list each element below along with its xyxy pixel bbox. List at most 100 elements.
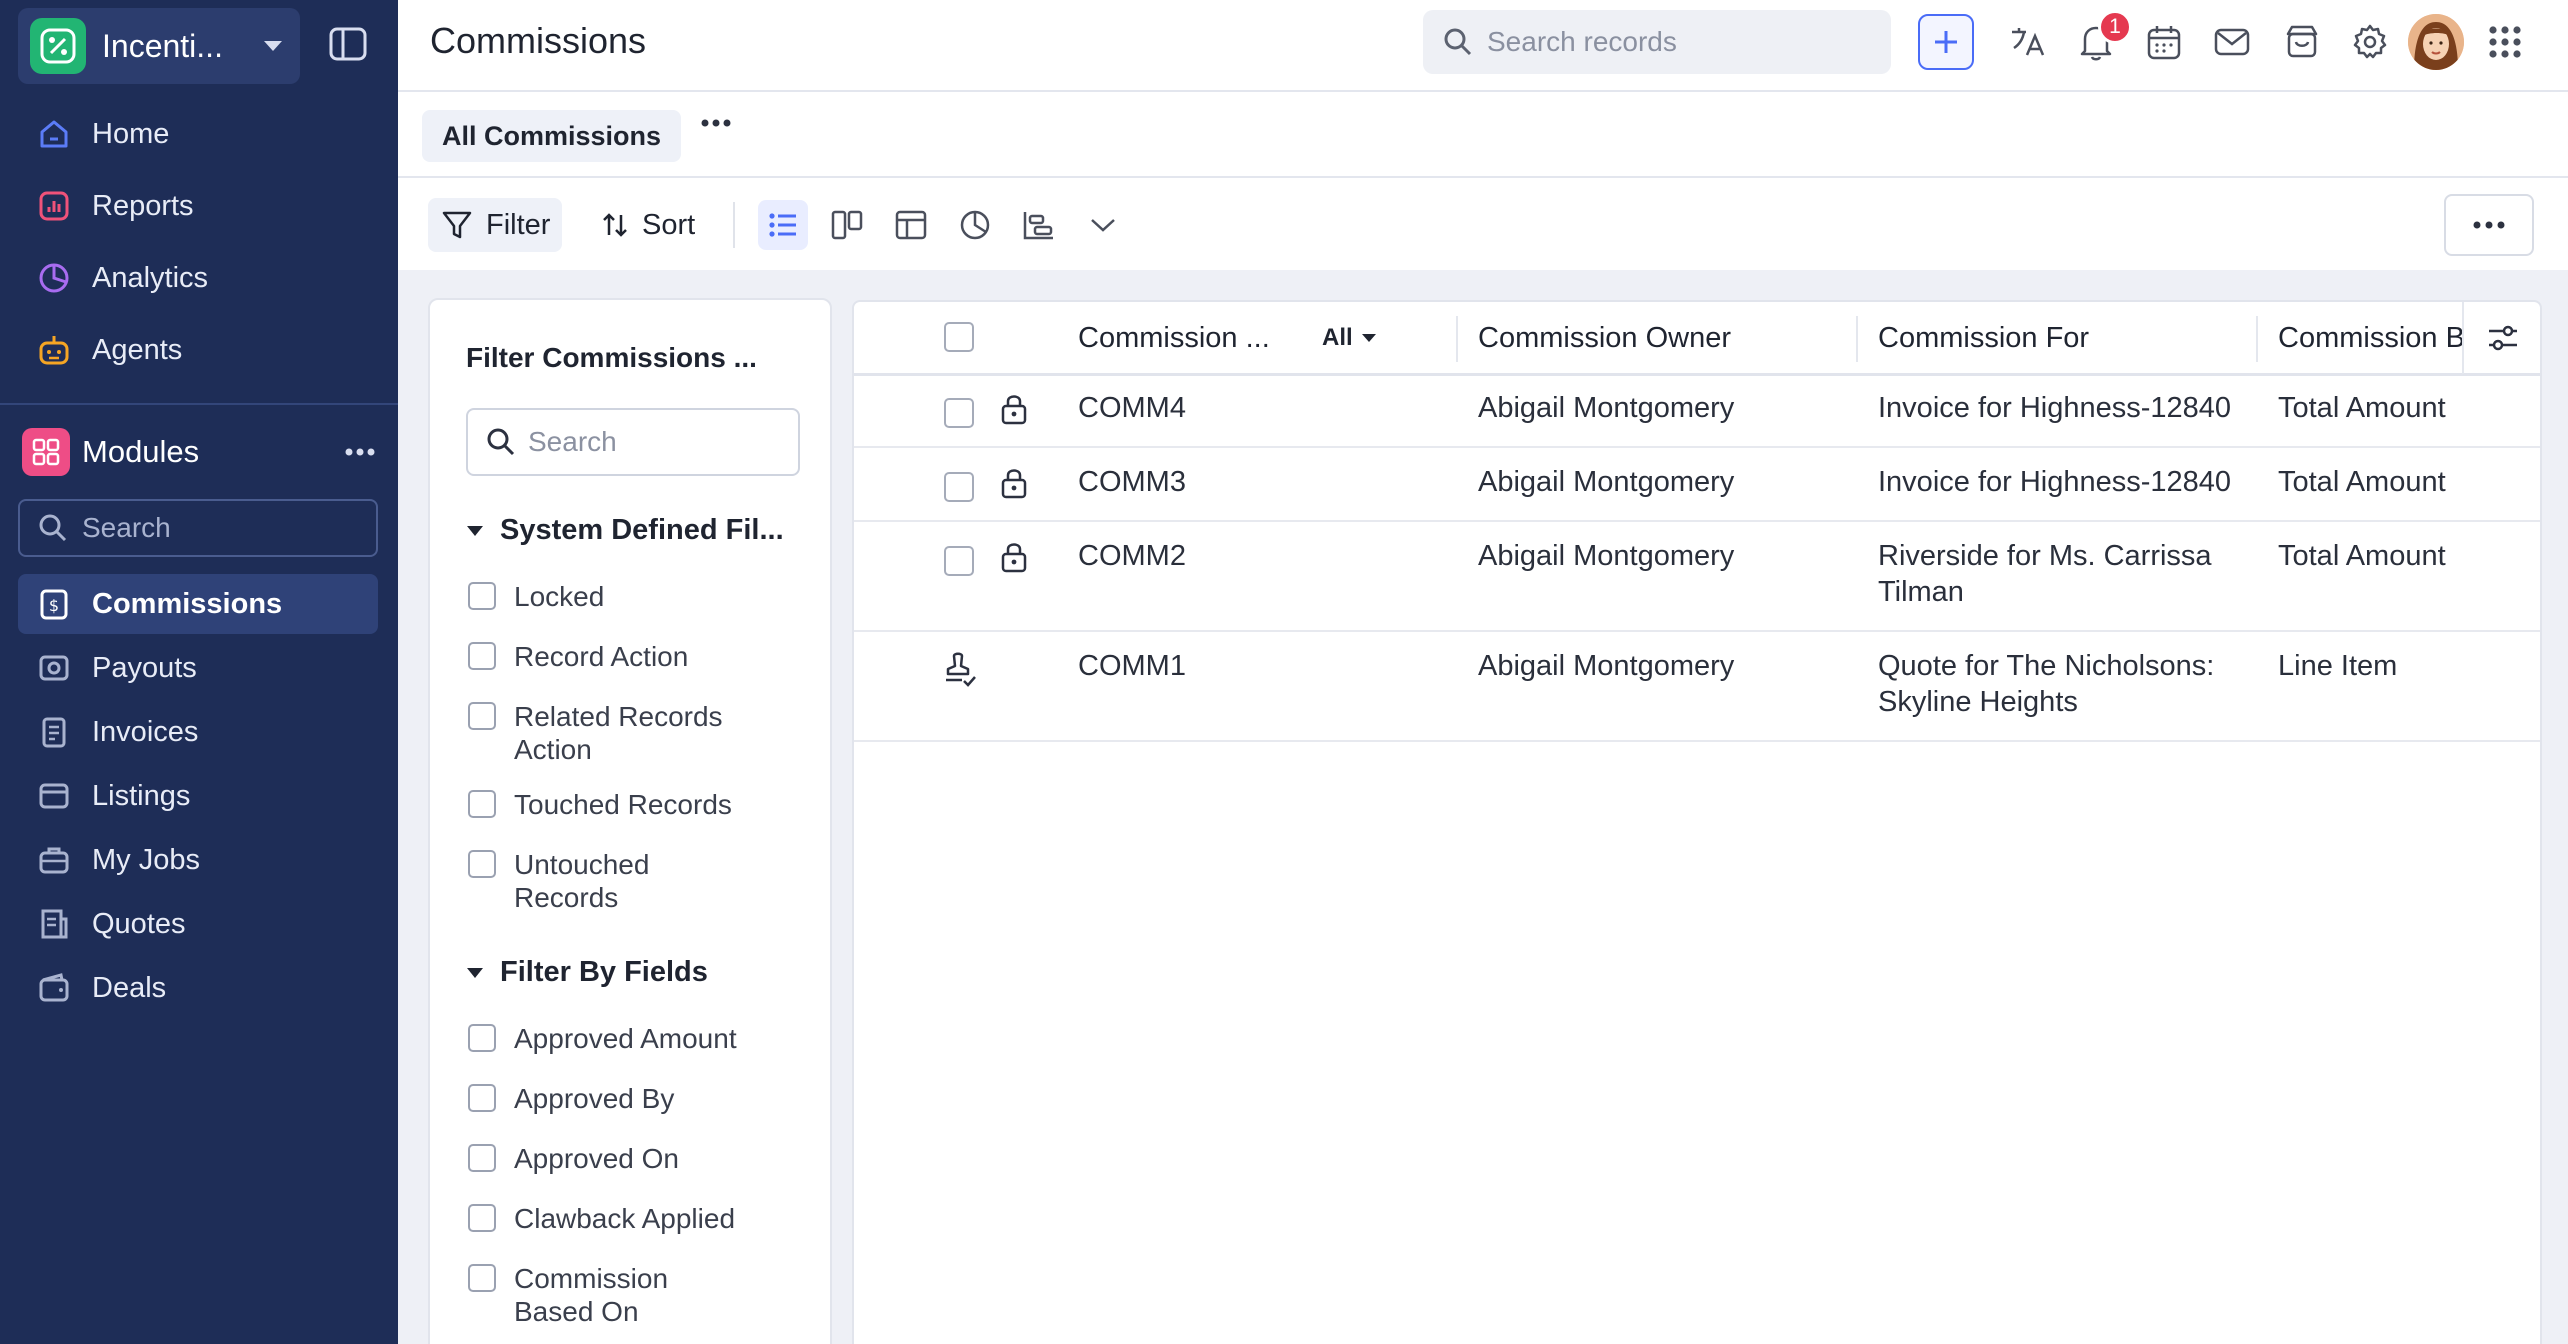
timeline-view-icon[interactable] (1014, 200, 1064, 250)
cell-commission-id[interactable]: COMM3 (1078, 464, 1186, 500)
cell-owner: Abigail Montgomery (1478, 650, 1735, 682)
checkbox[interactable] (468, 1264, 496, 1292)
column-settings-icon[interactable] (2462, 302, 2542, 374)
modules-grid-icon (22, 428, 70, 476)
cell-for: Invoice for Highness-12840 (1878, 466, 2232, 498)
apps-grid-icon[interactable] (2485, 22, 2525, 62)
translate-icon[interactable] (2008, 22, 2048, 62)
system-filters-section[interactable]: System Defined Fil... (466, 514, 784, 547)
checkbox[interactable] (468, 1204, 496, 1232)
table-row[interactable]: COMM2 Abigail Montgomery Riverside for M… (854, 522, 2540, 632)
sidebar-item-my-jobs[interactable]: My Jobs (18, 830, 378, 890)
commission-icon: $ (36, 586, 72, 622)
filter-button[interactable]: Filter (428, 198, 563, 252)
column-header-commission[interactable]: Commission ... (1078, 322, 1298, 355)
column-header-based-on[interactable]: Commission B (2278, 322, 2462, 355)
sidebar-toggle-icon[interactable] (328, 26, 368, 62)
cell-commission-id[interactable]: COMM2 (1078, 538, 1186, 574)
column-header-for[interactable]: Commission For (1878, 322, 2089, 355)
sidebar-item-payouts[interactable]: Payouts (18, 638, 378, 698)
chevron-down-icon[interactable] (1078, 200, 1128, 250)
filter-option[interactable]: Clawback Applied (468, 1202, 814, 1235)
select-all-checkbox[interactable] (944, 322, 974, 352)
checkbox[interactable] (468, 850, 496, 878)
cell-based-on: Total Amount (2278, 466, 2446, 498)
kanban-view-icon[interactable] (822, 200, 872, 250)
filter-option[interactable]: Touched Records (468, 788, 814, 821)
filter-option[interactable]: Record Action (468, 640, 814, 673)
filter-option[interactable]: Approved Amount (468, 1022, 814, 1055)
svg-text:$: $ (49, 596, 59, 615)
add-record-button[interactable] (1918, 14, 1974, 70)
calendar-icon[interactable] (2144, 22, 2184, 62)
filter-option[interactable]: Approved On (468, 1142, 814, 1175)
gear-icon[interactable] (2350, 22, 2390, 62)
sidebar-item-listings[interactable]: Listings (18, 766, 378, 826)
filter-option[interactable]: Untouched Records (468, 848, 704, 914)
checkbox[interactable] (468, 702, 496, 730)
column-divider (2256, 316, 2258, 362)
checkbox[interactable] (468, 1144, 496, 1172)
cell-commission-id[interactable]: COMM1 (1078, 648, 1186, 684)
sidebar-item-commissions[interactable]: $ Commissions (18, 574, 378, 634)
more-horizontal-icon[interactable] (700, 118, 732, 128)
filter-option[interactable]: Commission Based On (468, 1262, 704, 1328)
sidebar-item-home[interactable]: Home (18, 104, 378, 164)
table-row[interactable]: COMM4 Abigail Montgomery Invoice for Hig… (854, 376, 2540, 448)
global-search[interactable] (1423, 10, 1891, 74)
checkbox[interactable] (468, 1024, 496, 1052)
app-switcher[interactable]: Incenti... (18, 8, 300, 84)
modules-header[interactable]: Modules (22, 424, 376, 480)
more-actions-button[interactable] (2444, 194, 2534, 256)
sidebar-item-reports[interactable]: Reports (18, 176, 378, 236)
wallet-icon (36, 970, 72, 1006)
row-checkbox[interactable] (944, 472, 974, 502)
sidebar-item-analytics[interactable]: Analytics (18, 248, 378, 308)
sidebar-item-deals[interactable]: Deals (18, 958, 378, 1018)
sidebar-item-quotes[interactable]: Quotes (18, 894, 378, 954)
checkbox[interactable] (468, 582, 496, 610)
field-filters-section[interactable]: Filter By Fields (466, 956, 708, 989)
table-row[interactable]: COMM3 Abigail Montgomery Invoice for Hig… (854, 448, 2540, 522)
agent-robot-icon (36, 332, 72, 368)
list-view-icon[interactable] (758, 200, 808, 250)
sidebar-item-agents[interactable]: Agents (18, 320, 378, 380)
column-divider (1856, 316, 1858, 362)
cell-based-on: Line Item (2278, 650, 2398, 682)
checkbox[interactable] (468, 1084, 496, 1112)
checkbox[interactable] (468, 790, 496, 818)
row-checkbox[interactable] (944, 546, 974, 576)
all-filter-dropdown[interactable]: All (1322, 324, 1377, 352)
filter-option[interactable]: Related Records Action (468, 700, 744, 766)
list-toolbar: Filter Sort (398, 178, 2568, 270)
store-icon[interactable] (2282, 22, 2322, 62)
chart-view-icon[interactable] (950, 200, 1000, 250)
cell-owner: Abigail Montgomery (1478, 540, 1735, 572)
sort-button[interactable]: Sort (588, 198, 707, 252)
checkbox[interactable] (468, 642, 496, 670)
filter-search-input[interactable] (528, 426, 788, 458)
home-icon (36, 116, 72, 152)
tab-all-commissions[interactable]: All Commissions (422, 110, 682, 162)
filter-option[interactable]: Locked (468, 580, 814, 613)
global-search-input[interactable] (1487, 26, 1887, 58)
sidebar-search[interactable] (18, 499, 378, 557)
listing-icon (36, 778, 72, 814)
more-horizontal-icon[interactable] (344, 447, 376, 457)
records-table: Commission ... All Commission Owner Comm… (852, 300, 2542, 1344)
table-row[interactable]: COMM1 Abigail Montgomery Quote for The N… (854, 632, 2540, 742)
sidebar-search-input[interactable] (82, 512, 362, 544)
column-header-owner[interactable]: Commission Owner (1478, 322, 1731, 355)
mail-icon[interactable] (2212, 22, 2252, 62)
table-view-icon[interactable] (886, 200, 936, 250)
cell-for: Invoice for Highness-12840 (1878, 392, 2232, 424)
avatar[interactable] (2408, 14, 2464, 70)
row-checkbox[interactable] (944, 398, 974, 428)
filter-option[interactable]: Approved By (468, 1082, 814, 1115)
sidebar-item-invoices[interactable]: Invoices (18, 702, 378, 762)
page-title: Commissions (430, 20, 647, 61)
filter-search[interactable] (466, 408, 800, 476)
filter-icon (442, 211, 472, 239)
cell-commission-id[interactable]: COMM4 (1078, 390, 1186, 426)
cell-for: Riverside for Ms. Carrissa Tilman (1878, 540, 2212, 608)
